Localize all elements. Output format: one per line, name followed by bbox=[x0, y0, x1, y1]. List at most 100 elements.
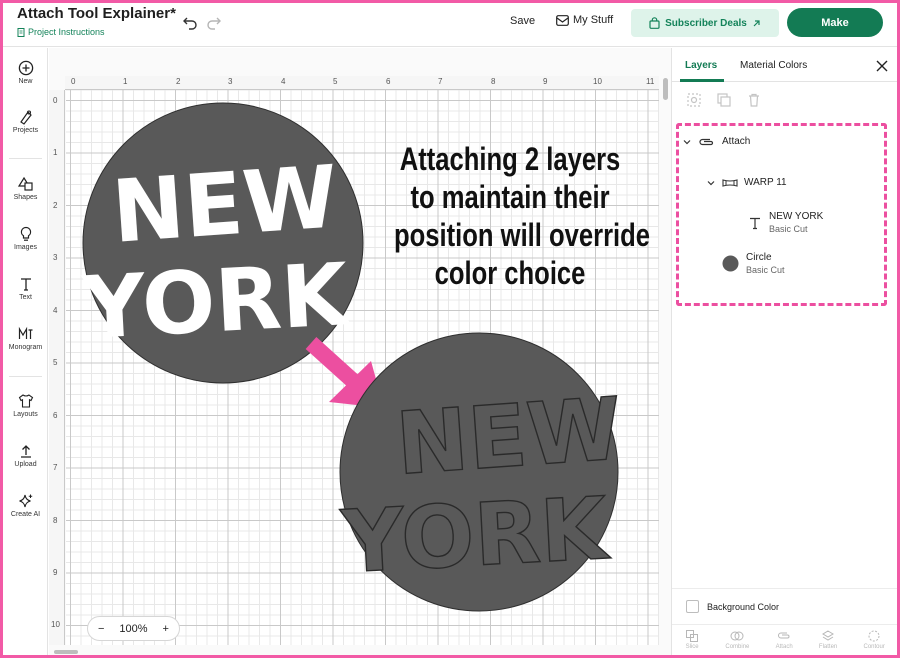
tool-text[interactable]: Text bbox=[3, 276, 48, 316]
project-title[interactable]: Attach Tool Explainer* bbox=[17, 5, 176, 22]
horizontal-scrollbar[interactable] bbox=[54, 650, 78, 654]
design-after-attach[interactable]: NEW YORK bbox=[338, 332, 626, 612]
zoom-level: 100% bbox=[119, 622, 148, 635]
redo-button[interactable] bbox=[205, 13, 223, 31]
layer-group-warp[interactable]: WARP 11 bbox=[706, 177, 787, 188]
layer-group-attach[interactable]: Attach bbox=[682, 136, 750, 147]
combine-button[interactable]: Combine bbox=[725, 629, 749, 650]
layer-item-name: NEW YORK bbox=[769, 211, 824, 222]
caption-line: color choice bbox=[434, 255, 586, 291]
active-tab-indicator bbox=[680, 79, 724, 82]
layer-actions-bar: Slice Combine Attach Flatten Contour bbox=[672, 624, 897, 655]
tool-new-label: New bbox=[18, 78, 33, 85]
background-color-checkbox[interactable] bbox=[686, 600, 699, 613]
panel-tabs: Layers Material Colors bbox=[672, 48, 897, 82]
undo-button[interactable] bbox=[181, 13, 199, 31]
zoom-out-button[interactable]: − bbox=[98, 623, 104, 635]
contour-button[interactable]: Contour bbox=[864, 629, 885, 650]
caption-line: Attaching 2 layers bbox=[399, 141, 621, 177]
duplicate-icon[interactable] bbox=[716, 92, 732, 108]
text-layer-icon bbox=[750, 217, 760, 229]
group-icon[interactable] bbox=[686, 92, 702, 108]
attach-button[interactable]: Attach bbox=[776, 629, 793, 650]
layer-item-operation: Basic Cut bbox=[769, 224, 808, 234]
monogram-icon bbox=[18, 326, 32, 339]
tool-upload[interactable]: Upload bbox=[3, 443, 48, 483]
layer-group-warp-label: WARP 11 bbox=[744, 177, 787, 188]
caption-line: position will override bbox=[394, 217, 651, 253]
new-text-outline[interactable]: NEW bbox=[392, 379, 625, 496]
tab-material-colors[interactable]: Material Colors bbox=[740, 60, 807, 71]
flatten-label: Flatten bbox=[818, 644, 838, 650]
background-color-label: Background Color bbox=[707, 601, 780, 612]
my-stuff-button[interactable]: My Stuff bbox=[556, 14, 613, 26]
attach-icon bbox=[699, 138, 714, 145]
layer-item-circle[interactable]: Circle Basic Cut bbox=[722, 252, 785, 275]
document-icon bbox=[17, 27, 25, 37]
project-instructions-label: Project Instructions bbox=[28, 27, 105, 37]
contour-label: Contour bbox=[863, 644, 885, 650]
inbox-icon bbox=[556, 14, 569, 26]
flatten-button[interactable]: Flatten bbox=[819, 629, 837, 650]
shirt-icon bbox=[18, 394, 33, 408]
background-color-option[interactable]: Background Color bbox=[672, 588, 897, 624]
layer-item-name: Circle bbox=[746, 252, 772, 263]
chevron-down-icon[interactable] bbox=[706, 178, 716, 188]
project-instructions-link[interactable]: Project Instructions bbox=[17, 27, 105, 37]
layers-panel: Layers Material Colors Attach WARP 11 NE… bbox=[671, 48, 897, 655]
chevron-down-icon[interactable] bbox=[682, 137, 692, 147]
attach-label: Attach bbox=[775, 644, 793, 650]
tool-images[interactable]: Images bbox=[3, 226, 48, 266]
tool-shapes-label: Shapes bbox=[13, 194, 38, 201]
slice-icon bbox=[686, 630, 699, 642]
tool-create-ai[interactable]: Create AI bbox=[3, 493, 48, 533]
subscriber-deals-label: Subscriber Deals bbox=[665, 17, 747, 29]
close-icon[interactable] bbox=[875, 59, 889, 73]
warp-icon bbox=[722, 178, 738, 187]
my-stuff-label: My Stuff bbox=[573, 14, 614, 26]
new-text-white[interactable]: NEW bbox=[109, 147, 341, 262]
subscriber-deals-button[interactable]: Subscriber Deals bbox=[631, 9, 779, 37]
plus-circle-icon bbox=[18, 60, 33, 76]
sparkle-icon bbox=[18, 494, 32, 508]
tool-create-ai-label: Create AI bbox=[10, 511, 41, 518]
zoom-control: − 100% + bbox=[87, 616, 180, 641]
tool-monogram[interactable]: Monogram bbox=[3, 326, 48, 366]
trash-icon[interactable] bbox=[746, 92, 762, 108]
explainer-caption: Attaching 2 layers to maintain their pos… bbox=[394, 140, 651, 292]
tool-layouts[interactable]: Layouts bbox=[3, 393, 48, 433]
tool-images-label: Images bbox=[14, 244, 37, 251]
tool-layouts-label: Layouts bbox=[13, 411, 38, 418]
shopping-bag-icon bbox=[649, 17, 660, 29]
layer-group-attach-label: Attach bbox=[722, 136, 751, 147]
contour-icon bbox=[868, 630, 880, 642]
attach-icon bbox=[778, 632, 790, 639]
york-text-outline[interactable]: YORK bbox=[338, 478, 614, 593]
flatten-icon bbox=[822, 630, 835, 641]
undo-icon bbox=[183, 17, 197, 30]
tool-upload-label: Upload bbox=[14, 461, 37, 468]
tool-text-label: Text bbox=[19, 294, 32, 301]
make-button[interactable]: Make bbox=[787, 8, 883, 37]
projects-icon bbox=[19, 110, 32, 125]
layer-item-new-york[interactable]: NEW YORK Basic Cut bbox=[748, 211, 823, 234]
design-canvas[interactable]: 0 1 2 3 4 5 6 7 8 9 10 11 0 1 2 3 4 5 6 … bbox=[49, 48, 671, 655]
lightbulb-icon bbox=[20, 226, 31, 241]
zoom-in-button[interactable]: + bbox=[163, 623, 169, 635]
layer-tools bbox=[686, 92, 762, 108]
vertical-scrollbar[interactable] bbox=[663, 78, 668, 100]
tool-new[interactable]: New bbox=[3, 60, 48, 100]
caption-line: to maintain their bbox=[410, 179, 610, 215]
tool-projects-label: Projects bbox=[12, 127, 39, 134]
tool-shapes[interactable]: Shapes bbox=[3, 176, 48, 216]
slice-button[interactable]: Slice bbox=[685, 629, 699, 650]
shapes-icon bbox=[17, 176, 33, 191]
layer-item-operation: Basic Cut bbox=[746, 265, 785, 275]
tab-layers[interactable]: Layers bbox=[685, 60, 717, 71]
tool-projects[interactable]: Projects bbox=[3, 109, 48, 149]
external-arrow-icon bbox=[753, 19, 760, 26]
left-toolbar: New Projects Shapes Images Text Monogram… bbox=[3, 48, 48, 655]
save-button[interactable]: Save bbox=[510, 15, 535, 27]
text-icon bbox=[20, 278, 31, 291]
toolbar-divider bbox=[9, 158, 42, 159]
